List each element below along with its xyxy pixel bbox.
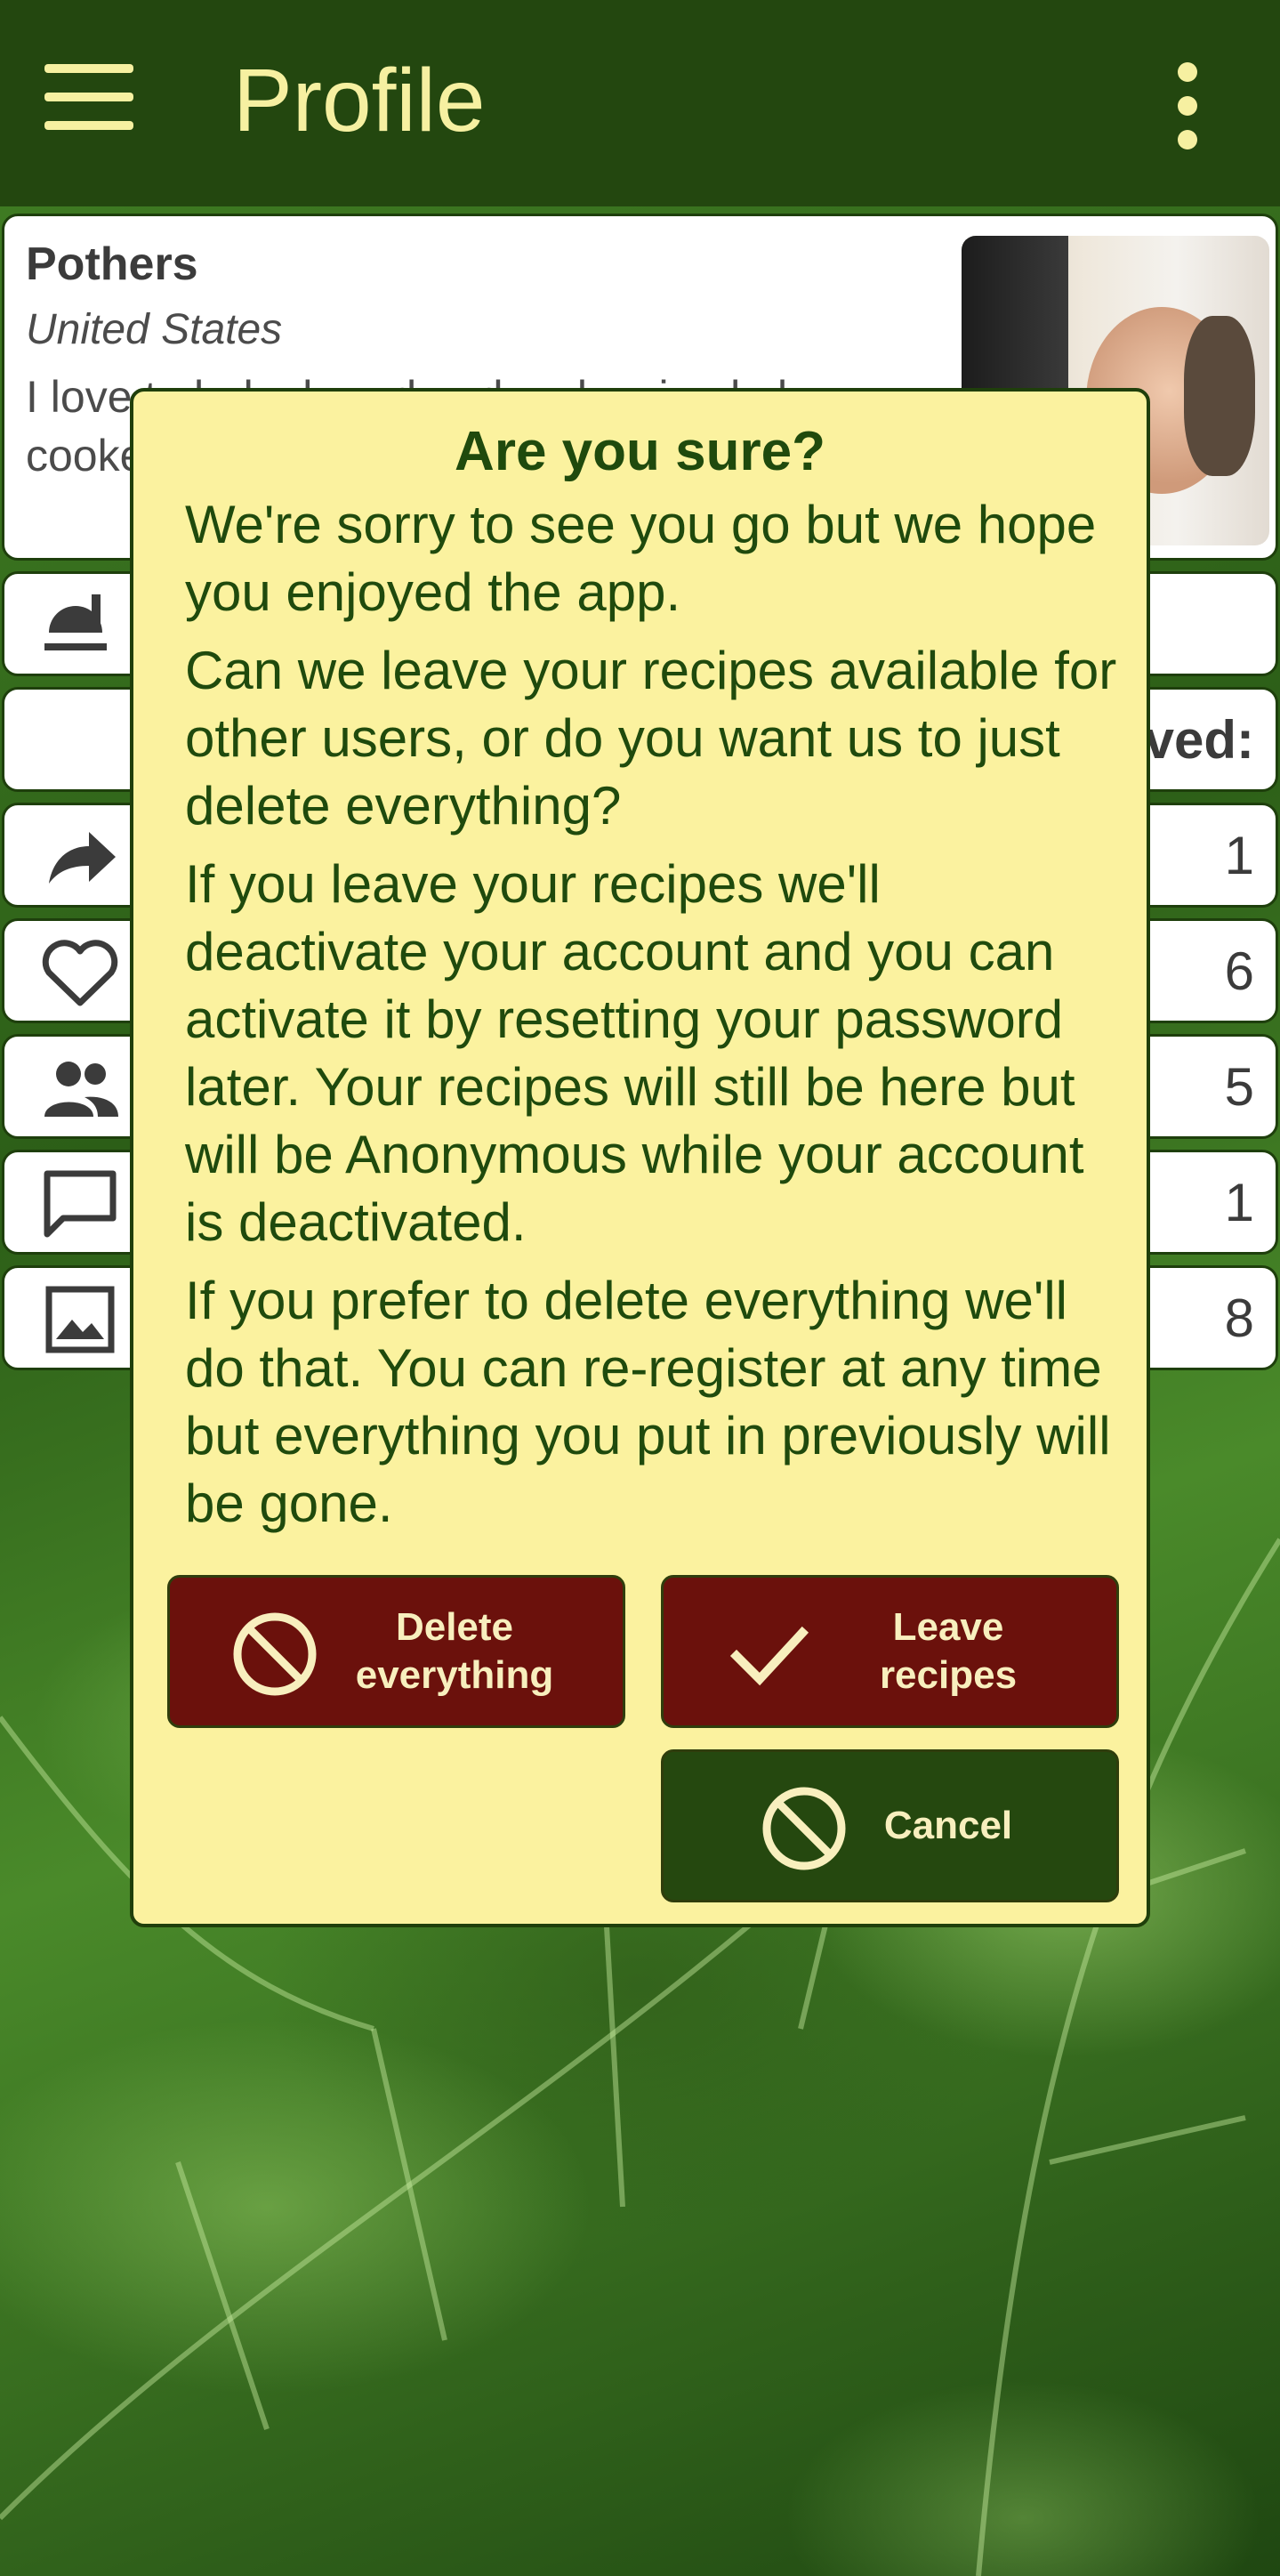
delete-button-label: Delete everything <box>355 1605 554 1697</box>
share-icon <box>49 832 116 884</box>
delete-everything-button[interactable]: Delete everything <box>167 1575 625 1728</box>
cancel-button[interactable]: Cancel <box>661 1749 1119 1902</box>
stat-value: 8 <box>1224 1288 1254 1348</box>
check-icon <box>729 1626 809 1686</box>
stat-value: 1 <box>1224 1173 1254 1232</box>
dialog-paragraph: Can we leave your recipes available for … <box>185 641 1117 836</box>
delete-account-dialog: Are you sure? We're sorry to see you go … <box>130 388 1150 1927</box>
more-vert-icon[interactable] <box>1165 62 1210 151</box>
image-icon <box>45 1286 115 1353</box>
dialog-title: Are you sure? <box>455 421 825 482</box>
dialog-paragraph: We're sorry to see you go but we hope yo… <box>185 495 1097 622</box>
heart-icon <box>42 940 118 1006</box>
stat-value: 1 <box>1224 826 1254 885</box>
dialog-message: We're sorry to see you go but we hope yo… <box>185 491 1119 1548</box>
cancel-button-label: Cancel <box>883 1804 1013 1847</box>
recipes-icon <box>44 594 107 650</box>
stat-value: 6 <box>1224 941 1254 1001</box>
people-icon <box>44 1062 118 1117</box>
dialog-paragraph: If you leave your recipes we'll deactiva… <box>185 854 1084 1252</box>
comment-icon <box>44 1170 117 1238</box>
profile-name: Pothers <box>26 238 198 290</box>
app-bar: Profile <box>0 0 1280 206</box>
leave-button-label: Leave recipes <box>879 1605 1018 1697</box>
hamburger-menu-icon[interactable] <box>44 64 142 144</box>
leave-recipes-button[interactable]: Leave recipes <box>661 1575 1119 1728</box>
stat-label: ved: <box>1144 710 1254 770</box>
block-icon <box>233 1612 317 1696</box>
stat-value: 5 <box>1224 1057 1254 1117</box>
page-title: Profile <box>233 51 486 150</box>
dialog-paragraph: If you prefer to delete everything we'll… <box>185 1271 1111 1533</box>
profile-country: United States <box>26 306 283 353</box>
